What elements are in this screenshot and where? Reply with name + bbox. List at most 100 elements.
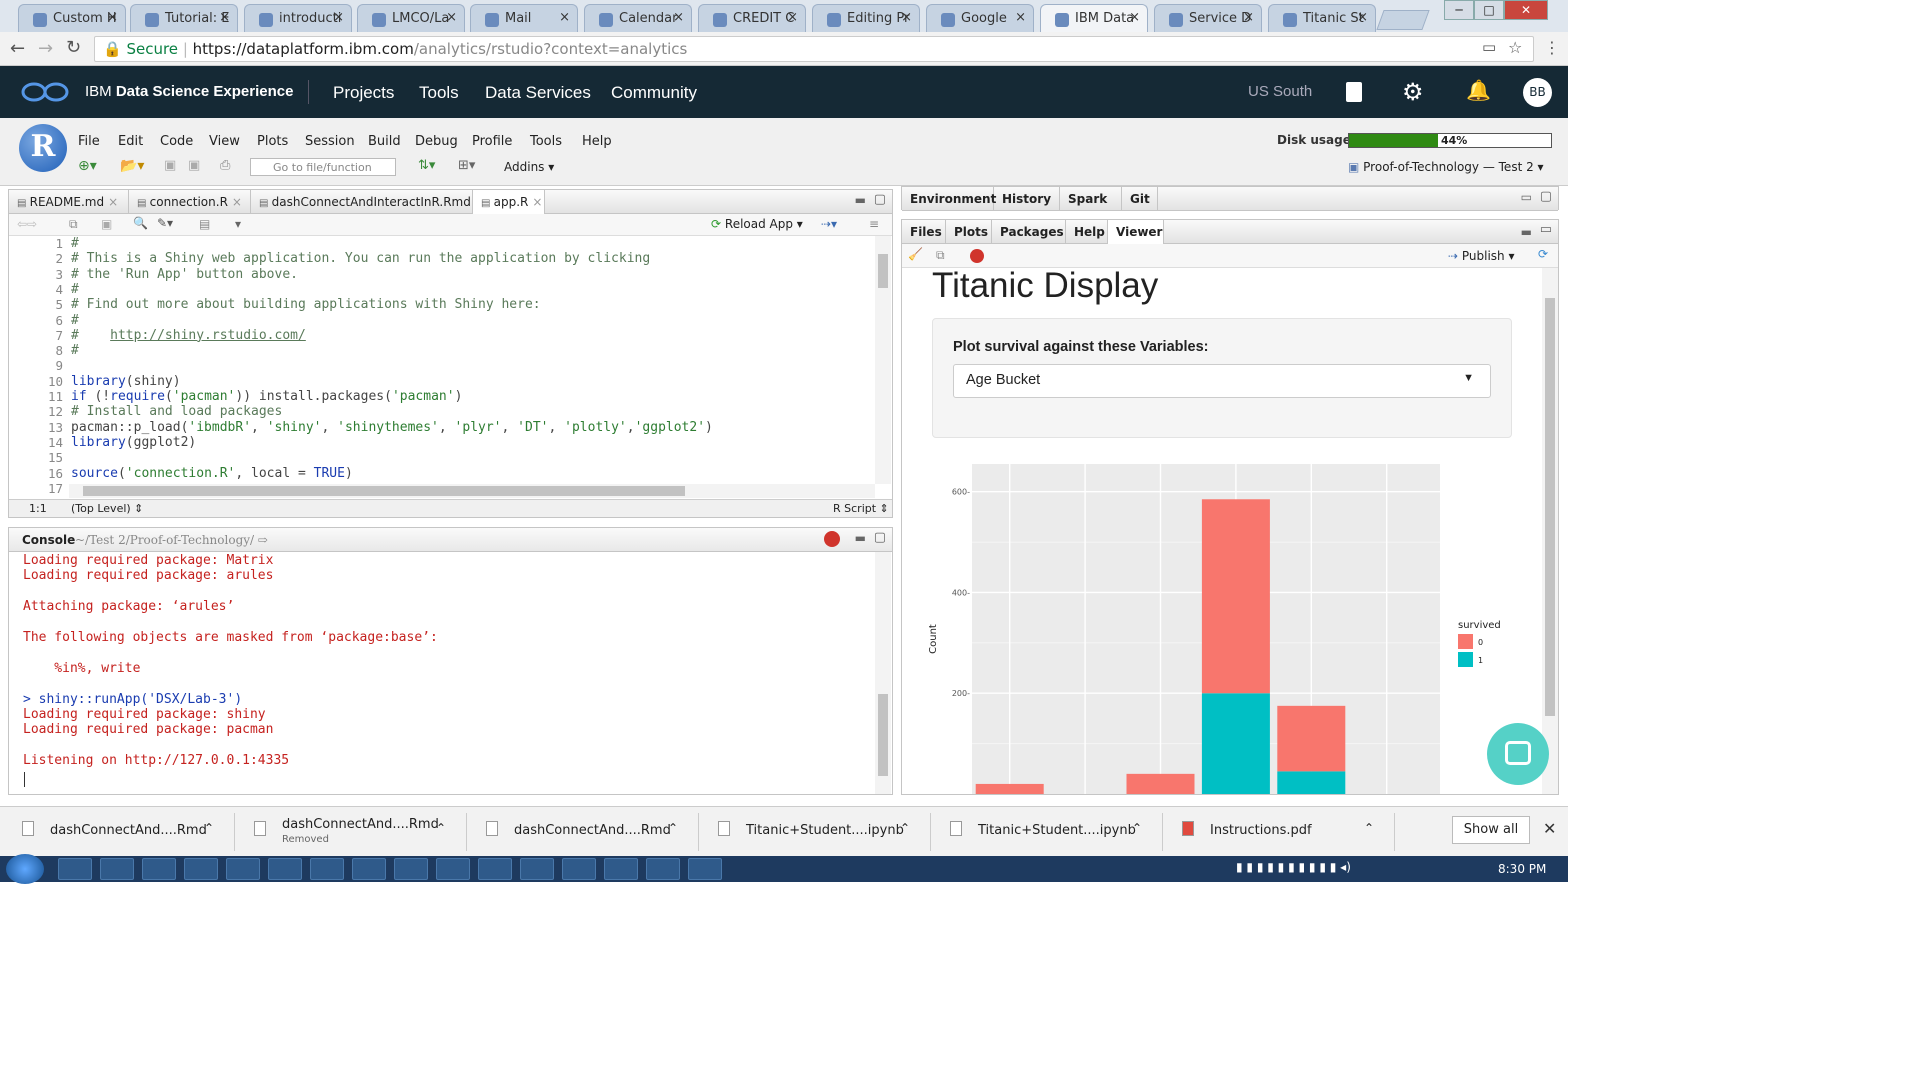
console-title[interactable]: Console [22,533,75,547]
back-icon[interactable]: ← [10,38,25,59]
options-chevron-icon[interactable]: ▾ [235,217,241,231]
magic-wand-icon[interactable]: ✎▾ [157,216,173,230]
outlook-icon[interactable] [268,858,302,880]
forward-icon[interactable]: → [38,38,53,59]
files-tab[interactable]: Help [1066,220,1108,244]
addins-menu[interactable]: Addins ▾ [504,160,554,174]
print-icon[interactable]: ⎙ [220,158,230,173]
compile-report-icon[interactable]: ▤ [199,217,210,231]
restore-pane-icon[interactable]: ▭ [1540,222,1552,237]
chrome-icon[interactable] [394,858,428,880]
minimize-pane-icon[interactable]: ▬ [855,193,866,207]
env-tab[interactable]: History [994,187,1060,211]
minimize-pane-icon[interactable]: ▬ [1521,225,1532,239]
save-icon[interactable]: ▣ [164,158,176,173]
explorer-icon[interactable] [58,858,92,880]
go-to-directory-icon[interactable]: ⇨ [258,533,268,547]
files-tab[interactable]: Viewer [1108,220,1164,244]
nav-data-services[interactable]: Data Services [485,83,591,103]
close-tab-icon[interactable]: × [559,10,570,25]
variable-select[interactable]: Age Bucket ▼ [953,364,1491,398]
back-nav-icon[interactable]: ⇦⇨ [17,217,37,231]
browser-tab[interactable]: Tutorial: E × [130,4,238,32]
powerpoint-icon[interactable] [310,858,344,880]
close-download-shelf-icon[interactable]: ✕ [1543,819,1556,838]
editor-tab[interactable]: ▤ README.md × [9,190,129,214]
close-tab-icon[interactable]: × [446,10,457,25]
menu-build[interactable]: Build [368,134,401,149]
chat-launcher-button[interactable] [1487,723,1549,785]
remote-icon[interactable] [478,858,512,880]
show-in-window-icon[interactable]: ⧉ [69,217,78,232]
clear-broom-icon[interactable]: 🧹 [908,247,923,261]
browser-tab[interactable]: Calendar × [584,4,692,32]
files-tab[interactable]: Plots [946,220,992,244]
chevron-up-icon[interactable]: ⌃ [668,821,678,835]
menu-view[interactable]: View [209,134,240,149]
firefox-icon[interactable] [142,858,176,880]
chevron-up-icon[interactable]: ⌃ [204,821,214,835]
chevron-up-icon[interactable]: ⌃ [1132,821,1142,835]
editor-tab[interactable]: ▤ connection.R × [129,190,251,214]
chevron-up-icon[interactable]: ⌃ [436,821,446,835]
download-item[interactable]: Titanic+Student....ipynb ⌃ [946,813,1163,851]
bookmark-star-icon[interactable]: ☆ [1508,38,1522,57]
publish-button[interactable]: ⇢ Publish ▾ [1448,249,1515,263]
image-icon[interactable] [688,858,722,880]
git-icon[interactable]: ⇅▾ [418,158,435,173]
goto-file-input[interactable]: Go to file/function [250,158,396,176]
scope-selector[interactable]: (Top Level) ⇕ [71,502,143,515]
stop-app-icon[interactable] [970,249,984,263]
url-input[interactable]: 🔒 Secure | https://dataplatform.ibm.com/… [94,36,1534,62]
browser-tab[interactable]: Service D × [1154,4,1262,32]
clock[interactable]: 8:30 PM [1498,862,1546,876]
download-item[interactable]: Titanic+Student....ipynb ⌃ [714,813,931,851]
save-file-icon[interactable]: ▣ [101,217,112,231]
close-tab-icon[interactable]: × [232,195,242,209]
menu-edit[interactable]: Edit [118,134,143,149]
close-tab-icon[interactable]: × [787,10,798,25]
editor-vertical-scrollbar[interactable] [875,236,891,484]
code-area[interactable]: # # This is a Shiny web application. You… [9,236,875,484]
notifications-bell-icon[interactable]: 🔔 [1466,78,1491,102]
browser-tab[interactable]: Custom H × [18,4,126,32]
close-tab-icon[interactable]: × [1129,10,1140,25]
reload-icon[interactable]: ↻ [66,37,81,58]
menu-tools[interactable]: Tools [530,134,562,149]
close-tab-icon[interactable]: × [1243,10,1254,25]
folder-icon[interactable] [604,858,638,880]
save-all-icon[interactable]: ▣ [188,158,200,173]
menu-profile[interactable]: Profile [472,134,512,149]
region-selector[interactable]: US South [1248,83,1312,100]
cast-icon[interactable]: ▭ [1482,38,1496,56]
files-tab[interactable]: Files [902,220,946,244]
file-type-selector[interactable]: R Script ⇕ [833,502,889,515]
chevron-up-icon[interactable]: ⌃ [1364,821,1374,835]
restore-pane-icon[interactable]: ▭ [1521,190,1532,204]
find-icon[interactable]: 🔍 [133,216,148,230]
settings-gear-icon[interactable]: ⚙ [1402,78,1424,106]
download-item[interactable]: dashConnectAnd....Rmd ⌃ [482,813,699,851]
console-output[interactable]: Loading required package: Matrix Loading … [9,552,875,794]
browser-tab[interactable]: Google × [926,4,1034,32]
close-tab-icon[interactable]: × [107,10,118,25]
editor-tab[interactable]: ▤ dashConnectAndInteractInR.Rmd× [251,190,485,214]
maximize-pane-icon[interactable]: ▢ [874,530,886,545]
download-item[interactable]: Instructions.pdf ⌃ [1178,813,1395,851]
nav-community[interactable]: Community [611,83,697,103]
publish-app-icon[interactable]: ⇢▾ [821,217,837,231]
viewer-scrollbar[interactable] [1542,268,1558,794]
maximize-pane-icon[interactable]: ▢ [874,192,886,207]
close-tab-icon[interactable]: × [333,10,344,25]
brand-title[interactable]: IBM Data Science Experience [85,83,293,100]
new-tab-button[interactable] [1376,10,1430,30]
browser-tab[interactable]: Editing Pr × [812,4,920,32]
browser-tab[interactable]: LMCO/La × [357,4,465,32]
env-tab[interactable]: Git [1122,187,1158,211]
minimize-pane-icon[interactable]: ▬ [855,531,866,545]
open-folder-icon[interactable]: 📂▾ [120,158,144,174]
menu-debug[interactable]: Debug [415,134,458,149]
browser-tab[interactable]: IBM Data × [1040,4,1148,32]
close-tab-icon[interactable]: × [1015,10,1026,25]
grid-layout-icon[interactable]: ⊞▾ [458,158,475,173]
